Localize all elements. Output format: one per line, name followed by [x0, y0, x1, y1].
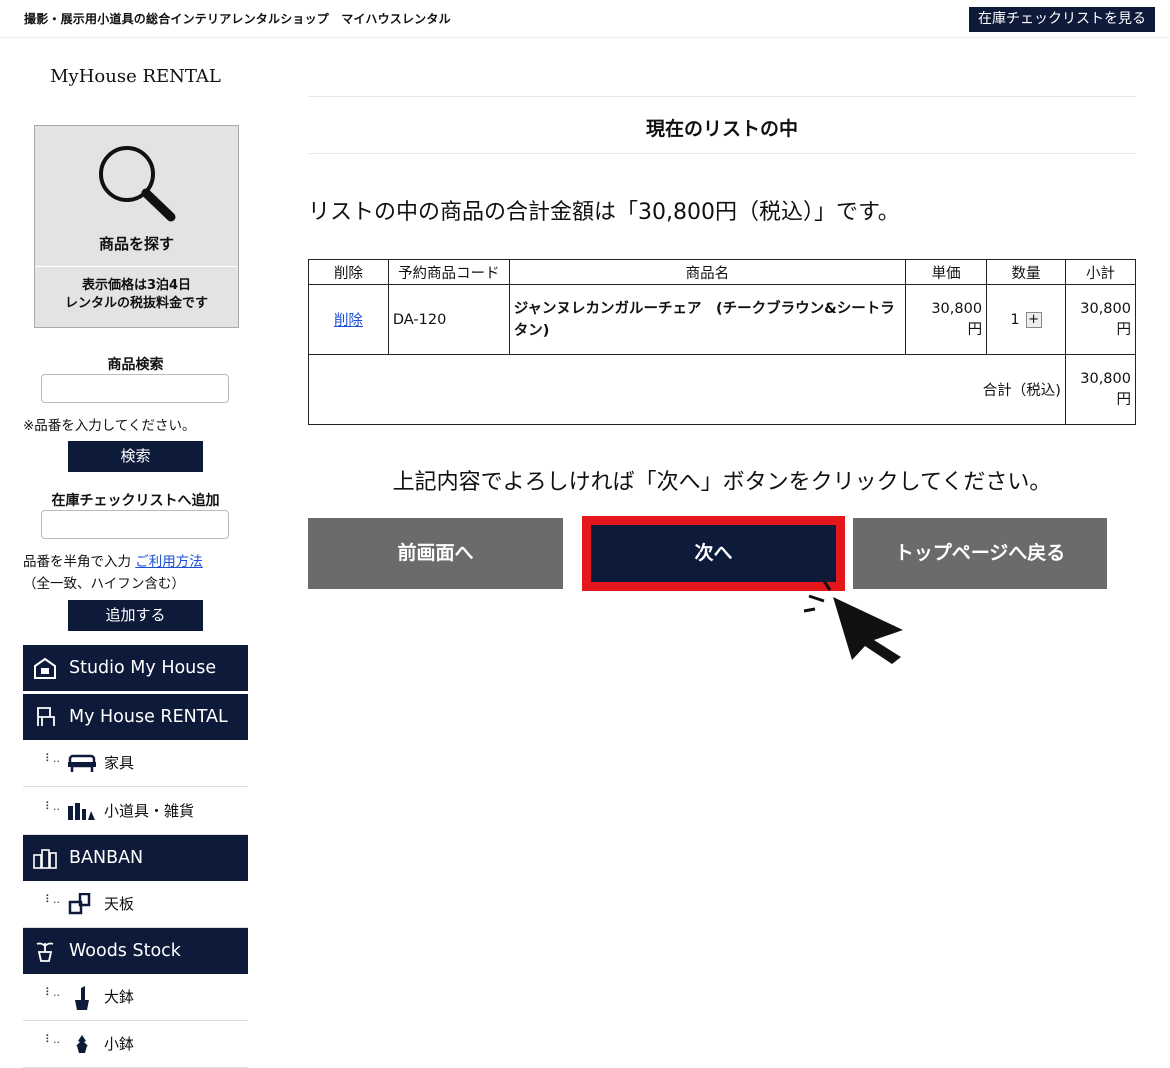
grand-total-value: 30,800	[1080, 370, 1131, 387]
col-header: 単価	[905, 259, 988, 285]
site-logo[interactable]: MyHouse RENTAL	[23, 66, 248, 87]
category-label: Studio My House	[69, 658, 217, 678]
tree-dots-icon: ⠇..	[45, 893, 61, 906]
stock-list-button[interactable]: 在庫チェックリストを見る	[969, 7, 1155, 32]
category-woods-stock[interactable]: Woods Stock	[23, 928, 248, 974]
quantity-value: 1	[1010, 311, 1020, 328]
tree-dots-icon: ⠇..	[45, 1033, 61, 1046]
category-label: BANBAN	[69, 848, 144, 868]
cursor-arrow-icon	[803, 580, 903, 664]
sidebar-item-label: 天板	[104, 895, 135, 913]
tree-dots-icon: ⠇..	[45, 752, 61, 765]
product-name: ジャンヌレカンガルーチェア (チークブラウン&シートラタン)	[508, 284, 907, 355]
usage-help-link[interactable]: ご利用方法	[135, 554, 203, 570]
price-note-line1: 表示価格は3泊4日	[81, 278, 192, 293]
quantity-cell: 1 +	[986, 284, 1066, 355]
subtotal-unit: 円	[1116, 321, 1132, 338]
add-stock-hint2: （全一致、ハイフン含む）	[23, 576, 185, 592]
category-label: Woods Stock	[69, 941, 181, 961]
unit-price: 30,800 円	[905, 284, 988, 355]
product-search-hint: ※品番を入力してください。	[23, 418, 196, 434]
total-message: リストの中の商品の合計金額は「30,800円（税込）」です。	[308, 200, 900, 225]
category-label: My House RENTAL	[69, 707, 228, 727]
divider	[308, 153, 1136, 154]
price-note-line2: レンタルの税抜料金です	[64, 296, 208, 311]
sidebar-item-small-pot[interactable]: ⠇.. 小鉢	[23, 1021, 248, 1068]
sidebar-item-label: 家具	[104, 754, 135, 772]
add-stock-hint: 品番を半角で入力 ご利用方法	[23, 550, 203, 570]
delete-cell: 削除	[308, 284, 389, 355]
product-search-card[interactable]: 商品を探す 表示価格は3泊4日 レンタルの税抜料金です	[34, 125, 239, 328]
category-studio-my-house[interactable]: Studio My House	[23, 645, 248, 691]
subtotal-value: 30,800	[1080, 300, 1131, 317]
grand-total-unit: 円	[1116, 391, 1132, 408]
plant-icon	[36, 942, 54, 962]
tree-dots-icon: ⠇..	[45, 800, 61, 813]
product-search-input[interactable]	[41, 374, 229, 403]
col-header: 予約商品コード	[387, 259, 510, 285]
sidebar-item-furniture[interactable]: ⠇.. 家具	[23, 740, 248, 787]
sidebar-item-label: 小道具・雑貨	[104, 802, 195, 820]
product-code: DA-120	[387, 284, 510, 355]
top-bar: 撮影・展示用小道具の総合インテリアレンタルショップ マイハウスレンタル 在庫チェ…	[0, 0, 1170, 38]
table-row: 削除 DA-120 ジャンヌレカンガルーチェア (チークブラウン&シートラタン)…	[308, 284, 1137, 355]
sidebar-item-label: 小鉢	[104, 1035, 135, 1053]
next-button[interactable]: 次へ	[591, 525, 836, 582]
col-header: 小計	[1064, 259, 1137, 285]
back-button[interactable]: 前画面へ	[308, 518, 563, 589]
props-icon	[68, 803, 95, 820]
sofa-icon	[68, 754, 96, 772]
total-label: 合計（税込)	[308, 354, 1066, 425]
add-stock-label: 在庫チェックリストへ追加	[51, 493, 220, 509]
table-header-row: 削除 予約商品コード 商品名 単価 数量 小計	[308, 259, 1137, 285]
page-title: 現在のリストの中	[645, 118, 798, 140]
product-search-label: 商品検索	[107, 357, 164, 373]
unit-price-value: 30,800	[931, 300, 983, 317]
sidebar: MyHouse RENTAL 商品を探す 表示価格は3泊4日 レンタルの税抜料金…	[23, 38, 248, 1068]
add-stock-hint-text: 品番を半角で入力	[23, 554, 131, 570]
grand-total: 30,800 円	[1064, 354, 1137, 425]
delete-link[interactable]: 削除	[334, 313, 363, 329]
house-icon	[34, 657, 56, 679]
tabletop-icon	[68, 893, 91, 915]
add-stock-input[interactable]	[41, 510, 229, 539]
confirm-message: 上記内容でよろしければ「次へ」ボタンをクリックしてください。	[392, 470, 1052, 495]
category-banban[interactable]: BANBAN	[23, 835, 248, 881]
buildings-icon	[33, 849, 57, 869]
search-card-title: 商品を探す	[98, 235, 174, 253]
price-note: 表示価格は3泊4日 レンタルの税抜料金です	[35, 266, 238, 327]
small-pot-icon	[76, 1035, 88, 1053]
site-tagline: 撮影・展示用小道具の総合インテリアレンタルショップ マイハウスレンタル	[24, 12, 451, 26]
col-header: 削除	[308, 259, 389, 285]
sidebar-item-label: 大鉢	[104, 988, 135, 1006]
search-button[interactable]: 検索	[68, 441, 203, 472]
col-header: 商品名	[508, 259, 907, 285]
total-row: 合計（税込) 30,800 円	[308, 354, 1137, 425]
cart-table: 削除 予約商品コード 商品名 単価 数量 小計 削除 DA-120 ジャンヌレカ…	[308, 259, 1137, 425]
sidebar-item-props[interactable]: ⠇.. 小道具・雑貨	[23, 788, 248, 835]
divider	[308, 96, 1136, 97]
sidebar-item-tabletop[interactable]: ⠇.. 天板	[23, 881, 248, 928]
subtotal: 30,800 円	[1064, 284, 1137, 355]
unit-price-unit: 円	[967, 321, 983, 338]
large-pot-icon	[75, 986, 89, 1010]
plus-icon[interactable]: +	[1025, 311, 1042, 328]
chair-icon	[37, 707, 55, 726]
add-button[interactable]: 追加する	[68, 600, 203, 631]
tree-dots-icon: ⠇..	[45, 986, 61, 999]
magnifier-icon	[99, 146, 176, 222]
category-my-house-rental[interactable]: My House RENTAL	[23, 694, 248, 740]
col-header: 数量	[986, 259, 1066, 285]
sidebar-item-large-pot[interactable]: ⠇.. 大鉢	[23, 974, 248, 1021]
